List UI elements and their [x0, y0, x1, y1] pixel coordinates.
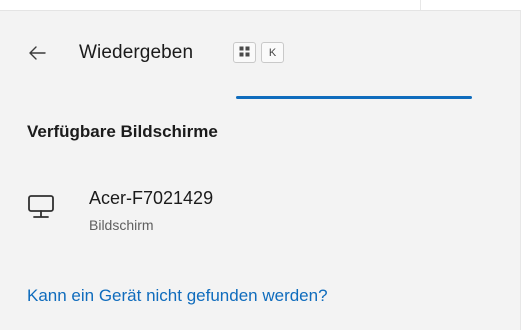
windows-key-icon	[239, 46, 250, 60]
device-type: Bildschirm	[89, 217, 154, 233]
cast-flyout: Wiedergeben K Verfügbare Bildschirme Ace…	[0, 10, 521, 330]
page-title: Wiedergeben	[79, 42, 194, 63]
device-list-item[interactable]: Acer-F7021429 Bildschirm	[18, 179, 508, 243]
flyout-header: Wiedergeben K	[0, 11, 520, 101]
back-arrow-icon	[28, 45, 46, 66]
device-name: Acer-F7021429	[89, 188, 214, 208]
top-edge-divider	[420, 0, 421, 10]
loading-progress-bar	[236, 96, 472, 99]
back-button[interactable]	[20, 39, 54, 71]
available-displays-heading: Verfügbare Bildschirme	[27, 122, 218, 141]
device-not-found-link[interactable]: Kann ein Gerät nicht gefunden werden?	[27, 286, 328, 306]
windows-key-badge	[233, 42, 256, 63]
k-key-badge: K	[261, 42, 284, 63]
monitor-icon	[27, 194, 55, 220]
